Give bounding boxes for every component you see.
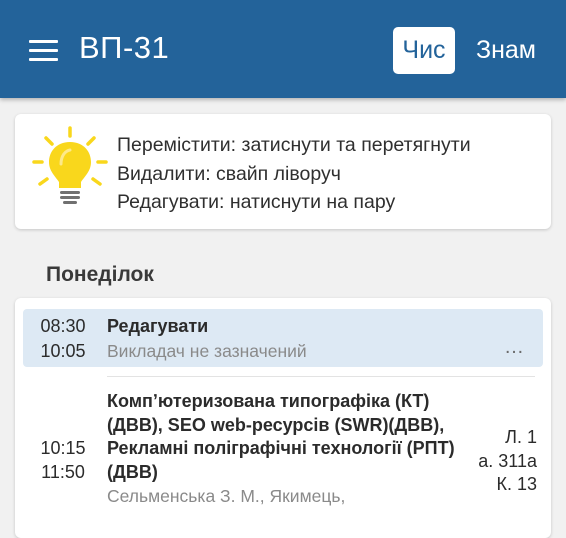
- hint-text: Перемістити: затиснути та перетягнути Ви…: [117, 131, 471, 217]
- pair-start-time: 10:15: [40, 438, 86, 458]
- pair-subject: Редагувати: [107, 316, 209, 336]
- pair-room-line: Л. 1: [505, 427, 537, 447]
- pair-room-line: а. 311а: [478, 450, 537, 471]
- pair-start-time: 08:30: [40, 316, 86, 336]
- app-bar: ВП-31 Чис Знам: [0, 0, 566, 98]
- hint-delete: Видалити: свайп ліворуч: [117, 162, 341, 185]
- hint-card: Перемістити: затиснути та перетягнути Ви…: [15, 114, 551, 229]
- pair-item[interactable]: 10:15 11:50 Компʼютеризована типографіка…: [23, 388, 543, 538]
- hint-edit: Редагувати: натиснути на пару: [117, 191, 396, 213]
- pair-subject-line: Компʼютеризована типографіка (КТ): [107, 391, 430, 411]
- pair-subject-line: (ДВВ): [107, 461, 158, 482]
- pair-item[interactable]: 08:30 10:05 Редагувати Викладач не зазна…: [23, 309, 543, 367]
- week-numerator-button[interactable]: Чис: [393, 27, 455, 74]
- more-options-button[interactable]: …: [504, 336, 525, 359]
- pair-room-line: К. 13: [496, 474, 537, 494]
- hint-move: Перемістити: затиснути та перетягнути: [117, 134, 471, 156]
- day-schedule-card: 08:30 10:05 Редагувати Викладач не зазна…: [15, 298, 551, 538]
- pair-end-time: 11:50: [41, 462, 85, 482]
- hamburger-menu-icon[interactable]: [29, 40, 58, 62]
- pair-subject-line: (ДВВ), SEO web-ресурсів (SWR)(ДВВ),: [107, 414, 445, 435]
- pair-end-time: 10:05: [40, 341, 86, 361]
- pair-teacher: Сельменська З. М., Якимець,: [107, 486, 346, 506]
- pair-subject-line: Рекламні поліграфічні технології (РПТ): [107, 438, 455, 458]
- pair-subject: Компʼютеризована типографіка (КТ) (ДВВ),…: [107, 390, 467, 484]
- day-title: Понеділок: [46, 263, 154, 286]
- pair-room: Л. 1 а. 311а К. 13: [478, 426, 537, 497]
- week-denominator-button[interactable]: Знам: [466, 27, 546, 74]
- app-title: ВП-31: [79, 30, 170, 65]
- divider: [107, 376, 535, 377]
- lightbulb-icon: [32, 126, 108, 204]
- pair-teacher: Викладач не зазначений: [107, 341, 307, 361]
